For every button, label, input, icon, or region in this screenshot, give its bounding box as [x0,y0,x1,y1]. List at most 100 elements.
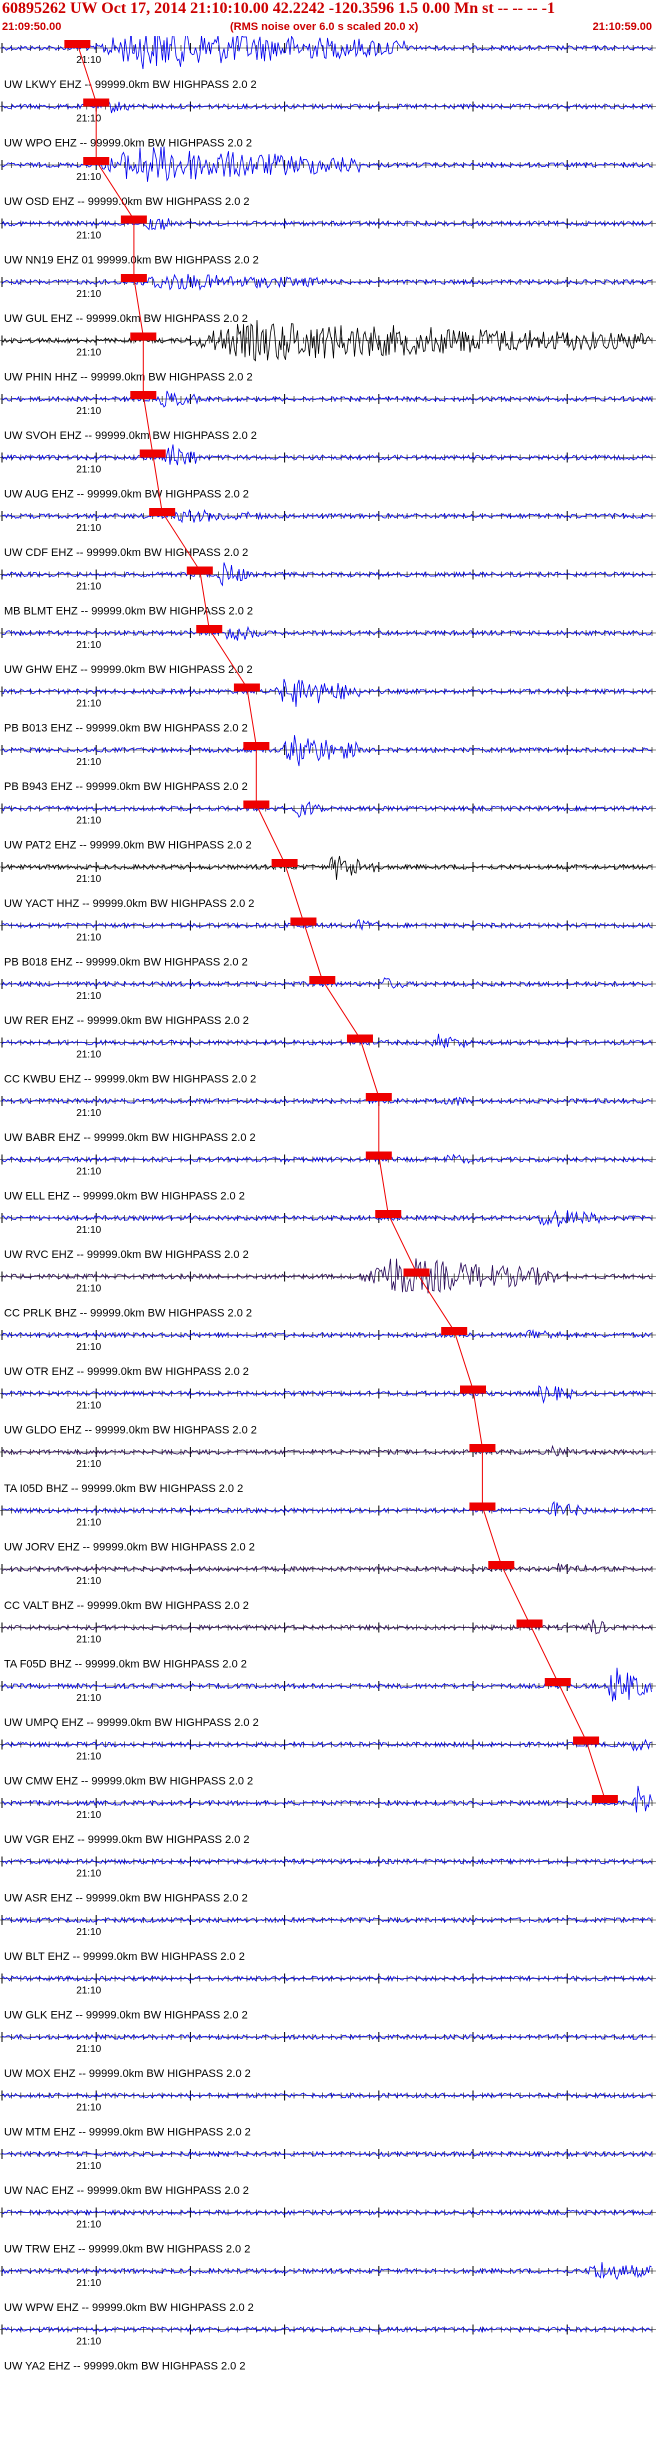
tick-label: 21:10 [76,1869,101,1880]
waveform-trace [1,2262,652,2281]
trace-row: UW MTM EHZ -- 99999.0km BW HIGHPASS 2.0 … [0,2090,656,2139]
trace-row: UW ELL EHZ -- 99999.0km BW HIGHPASS 2.0 … [0,1151,656,1203]
waveform-trace [1,1033,652,1049]
tick-label: 21:10 [76,1576,101,1587]
trace-row: UW AUG EHZ -- 99999.0km BW HIGHPASS 2.0 … [0,444,656,501]
tick-label: 21:10 [76,2103,101,2114]
trace-label: UW GLDO EHZ -- 99999.0km BW HIGHPASS 2.0… [4,1425,257,1437]
trace-row: UW JORV EHZ -- 99999.0km BW HIGHPASS 2.0… [0,1500,656,1554]
scaling-note: (RMS noise over 6.0 s scaled 20.0 x) [230,21,419,33]
trace-label: TA I05D BHZ -- 99999.0km BW HIGHPASS 2.0… [4,1483,243,1495]
trace-row: UW NAC EHZ -- 99999.0km BW HIGHPASS 2.0 … [0,2149,656,2197]
seismogram-plot: UW LKWY EHZ -- 99999.0km BW HIGHPASS 2.0… [0,36,656,2438]
trace-row: UW WPW EHZ -- 99999.0km BW HIGHPASS 2.0 … [0,2262,656,2314]
waveform-trace [1,918,652,931]
trace-row: UW VGR EHZ -- 99999.0km BW HIGHPASS 2.0 … [0,1785,656,1846]
trace-label: UW MOX EHZ -- 99999.0km BW HIGHPASS 2.0 … [4,2068,251,2080]
waveform-trace [1,1096,652,1106]
tick-label: 21:10 [76,406,101,417]
trace-row: CC KWBU EHZ -- 99999.0km BW HIGHPASS 2.0… [0,1033,656,1086]
tick-label: 21:10 [76,933,101,944]
trace-label: CC KWBU EHZ -- 99999.0km BW HIGHPASS 2.0… [4,1074,256,1086]
tick-label: 21:10 [76,1459,101,1470]
trace-label: PB B013 EHZ -- 99999.0km BW HIGHPASS 2.0… [4,723,248,735]
trace-label: UW AUG EHZ -- 99999.0km BW HIGHPASS 2.0 … [4,489,249,501]
waveform-trace [1,1619,652,1635]
trace-row: UW YACT HHZ -- 99999.0km BW HIGHPASS 2.0… [0,855,656,910]
trace-row: UW MOX EHZ -- 99999.0km BW HIGHPASS 2.0 … [0,2032,656,2080]
tick-label: 21:10 [76,289,101,300]
trace-label: PB B943 EHZ -- 99999.0km BW HIGHPASS 2.0… [4,781,248,793]
trace-label: UW CDF EHZ -- 99999.0km BW HIGHPASS 2.0 … [4,547,248,559]
trace-label: TA F05D BHZ -- 99999.0km BW HIGHPASS 2.0… [4,1659,247,1671]
tick-label: 21:10 [76,816,101,827]
plot-header: 60895262 UW Oct 17, 2014 21:10:10.00 42.… [0,0,656,36]
trace-label: UW LKWY EHZ -- 99999.0km BW HIGHPASS 2.0… [4,79,257,91]
trace-row: TA F05D BHZ -- 99999.0km BW HIGHPASS 2.0… [0,1619,656,1671]
trace-row: UW UMPQ EHZ -- 99999.0km BW HIGHPASS 2.0… [0,1667,656,1729]
tick-label: 21:10 [76,1401,101,1412]
tick-label: 21:10 [76,465,101,476]
tick-label: 21:10 [76,1635,101,1646]
trace-row: UW OSD EHZ -- 99999.0km BW HIGHPASS 2.0 … [0,146,656,208]
waveform-trace [1,625,652,641]
waveform-trace [1,1563,652,1573]
trace-label: UW NN19 EHZ 01 99999.0km BW HIGHPASS 2.0… [4,255,259,267]
trace-label: CC PRLK BHZ -- 99999.0km BW HIGHPASS 2.0… [4,1308,252,1320]
tick-label: 21:10 [76,1518,101,1529]
trace-row: UW OTR EHZ -- 99999.0km BW HIGHPASS 2.0 … [0,1327,656,1378]
trace-row: UW RER EHZ -- 99999.0km BW HIGHPASS 2.0 … [0,976,656,1027]
tick-label: 21:10 [76,231,101,242]
waveform-trace [2,509,652,524]
trace-label: UW GUL EHZ -- 99999.0km BW HIGHPASS 2.0 … [4,313,248,325]
waveform-trace [1,1444,652,1457]
trace-label: UW MTM EHZ -- 99999.0km BW HIGHPASS 2.0 … [4,2127,251,2139]
trace-label: UW WPO EHZ -- 99999.0km BW HIGHPASS 2.0 … [4,138,252,150]
trace-label: UW NAC EHZ -- 99999.0km BW HIGHPASS 2.0 … [4,2185,249,2197]
tick-label: 21:10 [76,55,101,66]
trace-label: UW JORV EHZ -- 99999.0km BW HIGHPASS 2.0… [4,1542,255,1554]
trace-row: PB B943 EHZ -- 99999.0km BW HIGHPASS 2.0… [0,735,656,793]
tick-label: 21:10 [76,1752,101,1763]
waveform-trace [1,1738,652,1752]
trace-label: UW OSD EHZ -- 99999.0km BW HIGHPASS 2.0 … [4,196,250,208]
trace-row: UW NN19 EHZ 01 99999.0km BW HIGHPASS 2.0… [0,215,656,267]
trace-row: UW ASR EHZ -- 99999.0km BW HIGHPASS 2.0 … [0,1856,656,1905]
trace-row: PB B018 EHZ -- 99999.0km BW HIGHPASS 2.0… [0,917,656,969]
trace-label: UW ASR EHZ -- 99999.0km BW HIGHPASS 2.0 … [4,1893,248,1905]
tick-label: 21:10 [76,2278,101,2289]
trace-row: UW CDF EHZ -- 99999.0km BW HIGHPASS 2.0 … [0,508,656,559]
trace-label: UW GHW EHZ -- 99999.0km BW HIGHPASS 2.0 … [4,664,253,676]
waveform-trace [1,1785,652,1813]
trace-label: UW PAT2 EHZ -- 99999.0km BW HIGHPASS 2.0… [4,840,252,852]
tick-label: 21:10 [76,348,101,359]
trace-row: CC VALT BHZ -- 99999.0km BW HIGHPASS 2.0… [0,1561,656,1612]
trace-label: UW OTR EHZ -- 99999.0km BW HIGHPASS 2.0 … [4,1366,249,1378]
trace-label: UW TRW EHZ -- 99999.0km BW HIGHPASS 2.0 … [4,2244,250,2256]
trace-row: UW LKWY EHZ -- 99999.0km BW HIGHPASS 2.0… [0,36,656,91]
trace-row: MB BLMT EHZ -- 99999.0km BW HIGHPASS 2.0… [0,562,656,618]
waveform-trace [1,1153,652,1164]
tick-label: 21:10 [76,757,101,768]
start-time-label: 21:09:50.00 [2,21,62,33]
trace-label: UW VGR EHZ -- 99999.0km BW HIGHPASS 2.0 … [4,1834,250,1846]
trace-row: UW YA2 EHZ -- 99999.0km BW HIGHPASS 2.0 … [0,2324,656,2373]
trace-label: MB BLMT EHZ -- 99999.0km BW HIGHPASS 2.0… [4,606,253,618]
trace-label: UW YACT HHZ -- 99999.0km BW HIGHPASS 2.0… [4,898,254,910]
tick-label: 21:10 [76,640,101,651]
tick-label: 21:10 [76,1284,101,1295]
trace-row: PB B013 EHZ -- 99999.0km BW HIGHPASS 2.0… [0,678,656,735]
seismogram-svg: UW LKWY EHZ -- 99999.0km BW HIGHPASS 2.0… [0,36,656,2373]
trace-label: PB B018 EHZ -- 99999.0km BW HIGHPASS 2.0… [4,957,248,969]
trace-row: UW RVC EHZ -- 99999.0km BW HIGHPASS 2.0 … [0,1209,656,1261]
event-title: 60895262 UW Oct 17, 2014 21:10:10.00 42.… [2,0,555,17]
tick-label: 21:10 [76,114,101,125]
waveform-trace [1,1500,652,1517]
trace-row: UW WPO EHZ -- 99999.0km BW HIGHPASS 2.0 … [0,98,656,150]
tick-label: 21:10 [76,991,101,1002]
tick-label: 21:10 [76,1693,101,1704]
trace-label: UW GLK EHZ -- 99999.0km BW HIGHPASS 2.0 … [4,2010,248,2022]
tick-label: 21:10 [76,523,101,534]
tick-label: 21:10 [76,1225,101,1236]
tick-label: 21:10 [76,2044,101,2055]
